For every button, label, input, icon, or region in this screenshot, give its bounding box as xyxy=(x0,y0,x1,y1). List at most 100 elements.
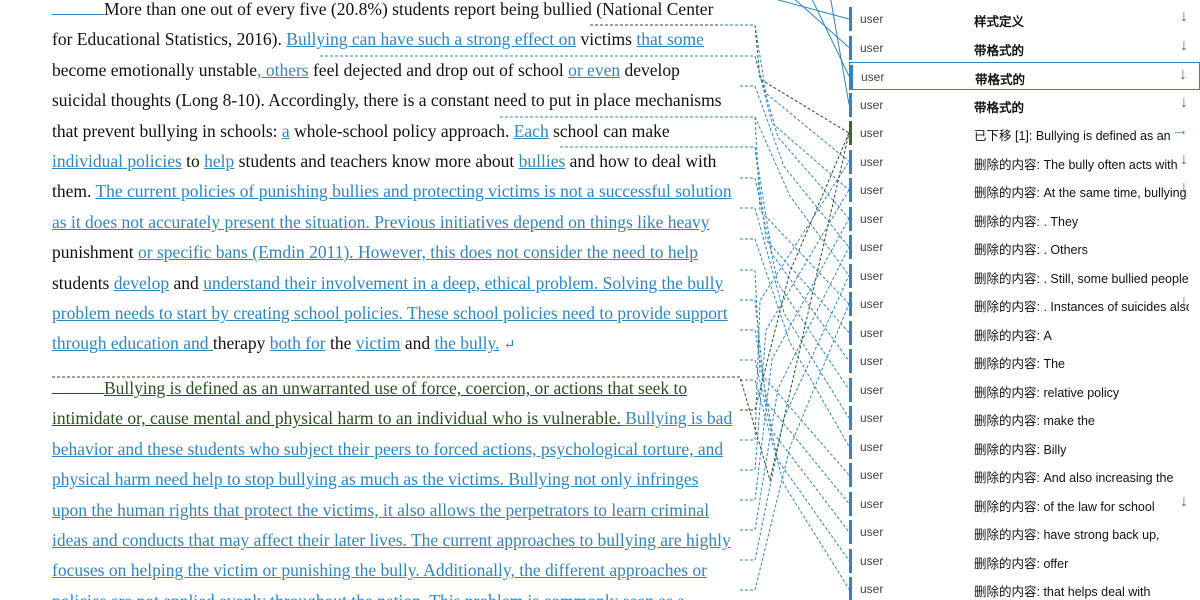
balloon-marker-bar xyxy=(849,263,852,288)
inserted-text: ideas and conducts that may affect their… xyxy=(52,530,731,550)
revision-balloon[interactable]: user 删除的内容: And also increasing the xyxy=(849,461,1200,489)
balloon-author: user xyxy=(860,468,884,482)
revision-balloon[interactable]: user 删除的内容: . Still, some bullied people xyxy=(849,262,1200,290)
balloon-author: user xyxy=(860,496,884,511)
revision-balloon[interactable]: user 删除的内容: A xyxy=(849,319,1200,347)
revision-balloon[interactable]: user 删除的内容: have strong back up, xyxy=(849,518,1200,546)
revision-balloon[interactable]: user 删除的内容: The xyxy=(849,347,1200,375)
inserted-text: help xyxy=(204,151,235,171)
balloon-author: user xyxy=(860,40,884,55)
down-arrow-icon[interactable]: ↓ xyxy=(1180,293,1188,311)
balloon-author: user xyxy=(860,325,884,340)
balloon-author: user xyxy=(860,553,884,568)
balloon-marker-bar xyxy=(849,320,852,345)
balloon-marker-bar xyxy=(849,577,852,600)
revision-balloon[interactable]: user 删除的内容: At the same time, bullying ↓ xyxy=(849,176,1200,204)
inserted-text: the bully. xyxy=(434,333,500,354)
body-text: become emotionally unstable xyxy=(52,59,258,80)
para2-line: behavior and these students who subject … xyxy=(52,438,723,460)
inserted-text: or even xyxy=(568,59,621,80)
para2-line: intimidate or, cause mental and physical… xyxy=(52,407,732,429)
balloon-text: 删除的内容: The bully often acts with xyxy=(974,157,1178,172)
revision-balloon[interactable]: user 带格式的 ↓ xyxy=(849,91,1200,119)
inserted-text: upon the human rights that protect the v… xyxy=(52,499,710,520)
revision-balloon[interactable]: user 删除的内容: . Instances of suicides also ↓ xyxy=(849,290,1200,318)
body-text: them. xyxy=(52,181,96,202)
down-arrow-icon[interactable]: ↓ xyxy=(1180,94,1188,112)
balloon-author: user xyxy=(860,525,884,539)
body-text: whole-school policy approach. xyxy=(289,120,514,141)
inserted-text: victim xyxy=(355,333,401,354)
down-arrow-icon[interactable]: ↓ xyxy=(1180,493,1188,511)
inserted-text: individual policies xyxy=(52,151,182,171)
revision-balloon[interactable]: user 删除的内容: relative policy xyxy=(849,376,1200,404)
revision-balloon[interactable]: user 删除的内容: The bully often acts with ↓ xyxy=(849,148,1200,176)
inserted-text: , others xyxy=(257,59,309,80)
inserted-text: focuses on helping the victim or punishi… xyxy=(52,560,707,581)
para1-line: suicidal thoughts (Long 8-10). According… xyxy=(52,89,722,111)
balloon-text: 样式定义 xyxy=(974,15,1025,29)
revision-balloon[interactable]: user 删除的内容: of the law for school ↓ xyxy=(849,490,1200,518)
balloon-marker-bar xyxy=(849,7,852,31)
body-text: feel dejected and drop out of school xyxy=(308,59,569,80)
inserted-text: or specific bans (Emdin 2011). However, … xyxy=(138,242,699,263)
balloon-text: 删除的内容: . Still, some bullied people xyxy=(974,271,1189,286)
balloon-text: 删除的内容: make the xyxy=(974,414,1095,428)
body-text: and xyxy=(400,333,435,354)
inserted-text: both for xyxy=(269,333,326,354)
body-text: and how to deal with xyxy=(565,151,717,171)
down-arrow-icon[interactable]: ↓ xyxy=(1179,66,1187,84)
revision-balloon[interactable]: user 删除的内容: . Others xyxy=(849,233,1200,261)
body-text: to xyxy=(181,151,205,171)
down-arrow-icon[interactable]: ↓ xyxy=(1180,179,1188,197)
para2-line: policies are not applied evenly througho… xyxy=(52,590,685,600)
revision-balloon[interactable]: user 删除的内容: that helps deal with xyxy=(849,575,1200,600)
inserted-text: problem needs to start by creating schoo… xyxy=(52,303,728,323)
body-text: victims xyxy=(576,29,637,50)
connector-line xyxy=(776,0,850,20)
balloon-marker-bar xyxy=(849,206,852,231)
revision-balloon[interactable]: user 带格式的 ↓ xyxy=(849,62,1200,90)
moved-text: Bullying is defined as an unwarranted us… xyxy=(104,378,688,398)
body-text: and xyxy=(169,272,204,293)
revision-balloon[interactable]: user 带格式的 ↓ xyxy=(849,34,1200,62)
para1-line: students develop and understand their in… xyxy=(52,272,723,294)
down-arrow-icon[interactable]: ↓ xyxy=(1180,8,1188,26)
para1-line: them. The current policies of punishing … xyxy=(52,180,732,202)
para1-line: that prevent bullying in schools: a whol… xyxy=(52,120,670,142)
para1-line: More than one out of every five (20.8%) … xyxy=(52,0,713,20)
body-text: suicidal thoughts (Long 8-10). According… xyxy=(52,90,722,111)
balloon-author: user xyxy=(860,297,884,311)
balloon-marker-bar xyxy=(849,178,852,202)
revision-balloon[interactable]: user 删除的内容: offer xyxy=(849,547,1200,575)
balloon-text: 删除的内容: At the same time, bullying xyxy=(974,186,1187,200)
inserted-text: bullies xyxy=(518,151,566,171)
document-body[interactable]: More than one out of every five (20.8%) … xyxy=(0,0,760,600)
move-arrow-icon[interactable]: → xyxy=(1172,122,1188,140)
connector-line xyxy=(794,0,850,48)
balloon-author: user xyxy=(860,354,884,368)
down-arrow-icon[interactable]: ↓ xyxy=(1180,37,1188,55)
para2-line: focuses on helping the victim or punishi… xyxy=(52,559,707,581)
balloon-marker-bar xyxy=(849,377,852,402)
balloon-author: user xyxy=(860,183,884,197)
body-text: More than one out of every five (20.8%) … xyxy=(104,0,714,19)
balloon-author: user xyxy=(860,97,884,112)
body-text: the xyxy=(325,333,356,354)
balloon-text: 删除的内容: A xyxy=(974,328,1052,343)
revision-balloon[interactable]: user 样式定义 ↓ xyxy=(849,5,1200,33)
balloon-text: 带格式的 xyxy=(974,43,1025,58)
balloon-marker-bar xyxy=(849,349,852,373)
revision-balloon[interactable]: user 删除的内容: make the xyxy=(849,404,1200,432)
balloon-author: user xyxy=(860,411,884,425)
revision-balloon[interactable]: user 删除的内容: Billy xyxy=(849,433,1200,461)
inserted-text: through education and xyxy=(52,333,213,354)
inserted-text: behavior and these students who subject … xyxy=(52,438,724,459)
balloon-text: 删除的内容: . Instances of suicides also xyxy=(974,300,1189,314)
revision-balloon[interactable]: user 已下移 [1]: Bullying is defined as an → xyxy=(849,119,1200,147)
down-arrow-icon[interactable]: ↓ xyxy=(1180,151,1188,169)
revision-balloon[interactable]: user 删除的内容: . They xyxy=(849,205,1200,233)
balloon-text: 删除的内容: have strong back up, xyxy=(974,528,1160,542)
para2-line: Bullying is defined as an unwarranted us… xyxy=(52,377,687,399)
revision-balloon-pane[interactable]: user 样式定义 ↓ user 带格式的 ↓ user 带格式的 ↓ user 带格式的 ↓ user… xyxy=(849,0,1200,600)
